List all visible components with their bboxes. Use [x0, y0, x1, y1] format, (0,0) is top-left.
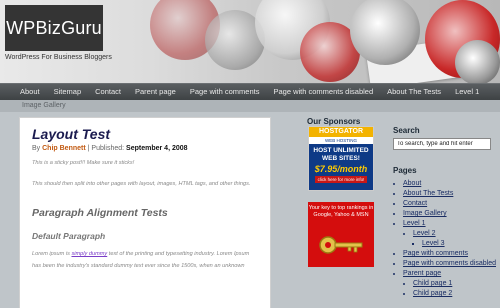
- list-item: Level 3: [422, 239, 500, 249]
- heading-paragraph-alignment: Paragraph Alignment Tests: [32, 207, 168, 219]
- post-content: Layout Test By Chip Bennett | Published:…: [19, 117, 271, 308]
- breadcrumb-bar: Image Gallery: [0, 100, 500, 112]
- nav-item-about[interactable]: About: [13, 84, 47, 101]
- heading-default-paragraph: Default Paragraph: [32, 231, 106, 241]
- post-published-label: | Published:: [87, 145, 125, 152]
- key-ad-text: Your key to top rankings in Google, Yaho…: [308, 205, 374, 218]
- key-ranking-ad[interactable]: Your key to top rankings in Google, Yaho…: [308, 202, 374, 267]
- list-item: Child page 2: [413, 289, 500, 299]
- list-item: Level 1 Level 2 Level 3: [403, 219, 500, 249]
- nav-item-level-1[interactable]: Level 1: [448, 84, 486, 101]
- list-item: Image Gallery: [403, 209, 500, 219]
- post-meta-by: By: [32, 145, 41, 152]
- page-link-image-gallery[interactable]: Image Gallery: [403, 210, 447, 217]
- lorem-text: has been the industry's standard dummy t…: [32, 263, 245, 269]
- search-input[interactable]: [393, 138, 491, 150]
- pages-heading: Pages: [393, 166, 417, 175]
- post-title[interactable]: Layout Test: [32, 126, 258, 142]
- hostgator-ad[interactable]: HOSTGATOR WEB HOSTING HOST UNLIMITED WEB…: [308, 126, 374, 191]
- page-link-contact[interactable]: Contact: [403, 200, 427, 207]
- site-logo[interactable]: WPBizGuru: [5, 5, 103, 51]
- lorem-link[interactable]: simply dummy: [71, 251, 107, 257]
- page-link-page-with-comments-disabled[interactable]: Page with comments disabled: [403, 260, 496, 267]
- hostgator-brand: HOSTGATOR: [309, 127, 373, 137]
- lorem-text: text of the printing and typesetting ind…: [107, 251, 250, 257]
- hostgator-headline-2: WEB SITES!: [322, 154, 360, 162]
- split-paragraph: This should then split into other pages …: [32, 181, 251, 187]
- nav-item-page-with-comments-disabled[interactable]: Page with comments disabled: [266, 84, 380, 101]
- post-meta: By Chip Bennett | Published: September 4…: [32, 145, 258, 152]
- list-item: Level 2 Level 3: [413, 229, 500, 249]
- post-date: September 4, 2008: [126, 145, 188, 152]
- list-item: Contact: [403, 199, 500, 209]
- search-heading: Search: [393, 126, 420, 135]
- hostgator-price: $7.95/month: [314, 164, 368, 174]
- header-banner: WPBizGuru WordPress For Business Blogger…: [0, 0, 500, 83]
- nav-item-about-the-tests[interactable]: About The Tests: [380, 84, 448, 101]
- hostgator-more-info-button[interactable]: click here for more info!: [315, 176, 367, 183]
- wordpress-badge-image: [455, 40, 500, 83]
- page-link-level-1[interactable]: Level 1: [403, 220, 426, 227]
- hostgator-sub: WEB HOSTING: [309, 137, 373, 144]
- nav-item-sitemap[interactable]: Sitemap: [47, 84, 89, 101]
- page-link-about[interactable]: About: [403, 180, 421, 187]
- sticky-paragraph: This is a sticky post!!! Make sure it st…: [32, 160, 135, 166]
- list-item: About The Tests: [403, 189, 500, 199]
- list-item: Page with comments: [403, 249, 500, 259]
- pages-list: About About The Tests Contact Image Gall…: [393, 179, 500, 299]
- list-item: Child page 1: [413, 279, 500, 289]
- page-link-level-2[interactable]: Level 2: [413, 230, 436, 237]
- lorem-text: Lorem ipsum is: [32, 251, 72, 257]
- nav-item-parent-page[interactable]: Parent page: [128, 84, 183, 101]
- page-link-child-page-2[interactable]: Child page 2: [413, 290, 452, 297]
- nav-item-contact[interactable]: Contact: [88, 84, 128, 101]
- hostgator-headline: HOST UNLIMITED WEB SITES!: [309, 147, 373, 162]
- post-author-link[interactable]: Chip Bennett: [42, 145, 86, 152]
- page-link-page-with-comments[interactable]: Page with comments: [403, 250, 468, 257]
- main-navigation: About Sitemap Contact Parent page Page w…: [0, 83, 500, 100]
- site-tagline: WordPress For Business Bloggers: [5, 54, 112, 61]
- sidebar: Search Pages About About The Tests Conta…: [393, 126, 500, 299]
- nav-item-page-with-comments[interactable]: Page with comments: [183, 84, 267, 101]
- key-icon: [319, 236, 363, 254]
- page-link-child-page-1[interactable]: Child page 1: [413, 280, 452, 287]
- list-item: About: [403, 179, 500, 189]
- page-link-parent-page[interactable]: Parent page: [403, 270, 441, 277]
- sponsors-title: Our Sponsors: [307, 117, 361, 126]
- hostgator-headline-1: HOST UNLIMITED: [313, 147, 369, 154]
- breadcrumb[interactable]: Image Gallery: [22, 102, 66, 109]
- list-item: Page with comments disabled: [403, 259, 500, 269]
- page-link-about-the-tests[interactable]: About The Tests: [403, 190, 453, 197]
- page-link-level-3[interactable]: Level 3: [422, 240, 445, 247]
- lorem-paragraph: Lorem ipsum is simply dummy text of the …: [32, 248, 258, 272]
- list-item: Parent page Child page 1 Child page 2: [403, 269, 500, 299]
- sponsors-section: Our Sponsors HOSTGATOR WEB HOSTING HOST …: [302, 117, 382, 267]
